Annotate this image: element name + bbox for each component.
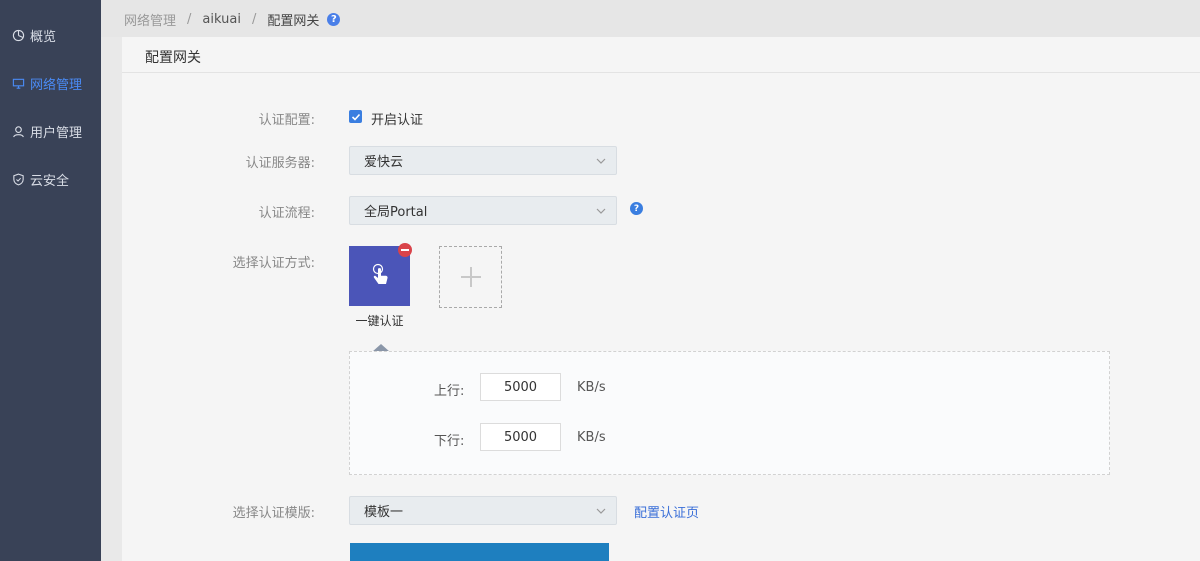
sidebar: 概览 网络管理 用户管理 云安全 [0, 0, 101, 561]
breadcrumb-separator: / [251, 12, 257, 27]
monitor-icon [11, 76, 25, 90]
upstream-label: 上行: [434, 384, 465, 399]
user-icon [11, 124, 25, 138]
bandwidth-settings-box: 上行: KB/s 下行: KB/s [349, 351, 1110, 475]
panel-header: 配置网关 [122, 37, 1200, 73]
sidebar-item-label: 概览 [30, 29, 57, 45]
downstream-input[interactable] [480, 423, 561, 451]
sidebar-item-label: 用户管理 [30, 125, 83, 141]
auth-server-select[interactable]: 爱快云 [349, 146, 617, 175]
breadcrumb: 网络管理 / aikuai / 配置网关 ? [124, 10, 341, 29]
add-method-button[interactable] [439, 246, 502, 308]
sidebar-item-network[interactable]: 网络管理 [0, 66, 101, 100]
minus-icon [401, 249, 409, 251]
page-title: 配置网关 [145, 50, 201, 66]
sidebar-item-users[interactable]: 用户管理 [0, 114, 101, 148]
auth-flow-value: 全局Portal [364, 205, 428, 220]
downstream-label: 下行: [434, 434, 465, 449]
sidebar-item-overview[interactable]: 概览 [0, 18, 101, 52]
template-label: 选择认证模版: [232, 506, 315, 521]
chevron-down-icon [596, 208, 606, 214]
upstream-input[interactable] [480, 373, 561, 401]
auth-server-label: 认证服务器: [245, 156, 315, 171]
template-value: 模板一 [364, 505, 404, 520]
plus-icon [460, 267, 481, 287]
chevron-down-icon [596, 158, 606, 164]
template-select[interactable]: 模板一 [349, 496, 617, 525]
auth-config-label: 认证配置: [258, 113, 315, 128]
configure-auth-page-link[interactable]: 配置认证页 [634, 502, 699, 521]
enable-auth-checkbox[interactable] [349, 110, 362, 123]
breadcrumb-separator: / [187, 12, 192, 27]
downstream-unit: KB/s [577, 430, 606, 445]
method-name: 一键认证 [355, 314, 404, 328]
auth-flow-label: 认证流程: [258, 206, 315, 221]
auth-flow-select[interactable]: 全局Portal [349, 196, 617, 225]
sidebar-item-label: 网络管理 [30, 77, 83, 93]
auth-method-label: 选择认证方式: [232, 256, 315, 271]
checkmark-icon [351, 113, 360, 121]
tap-hand-icon [372, 263, 388, 284]
remove-method-button[interactable] [398, 243, 412, 257]
breadcrumb-item-current: 配置网关 [267, 14, 320, 29]
breadcrumb-item-aikuai[interactable]: aikuai [202, 12, 241, 27]
enable-auth-label[interactable]: 开启认证 [371, 109, 423, 128]
pie-chart-icon [11, 28, 25, 42]
chevron-down-icon [596, 508, 606, 514]
breadcrumb-bar: 网络管理 / aikuai / 配置网关 ? [101, 0, 1200, 37]
auth-server-value: 爱快云 [364, 155, 404, 170]
submit-button[interactable] [350, 543, 609, 561]
breadcrumb-item-network[interactable]: 网络管理 [124, 10, 176, 29]
help-icon[interactable]: ? [327, 13, 341, 26]
sidebar-item-label: 云安全 [30, 173, 70, 189]
upstream-unit: KB/s [577, 380, 606, 395]
auth-flow-help-icon[interactable]: ? [630, 202, 643, 215]
sidebar-item-cloud-security[interactable]: 云安全 [0, 162, 101, 196]
shield-icon [11, 172, 25, 186]
